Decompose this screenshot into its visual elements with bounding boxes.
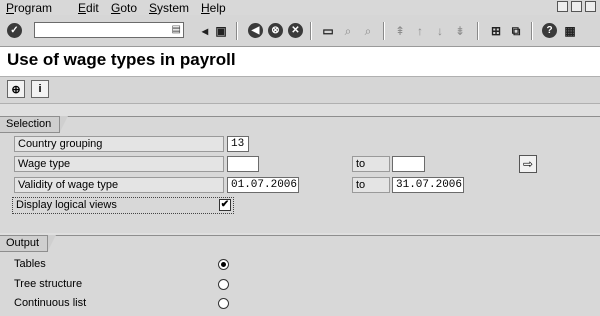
- minimize-icon[interactable]: [557, 1, 568, 12]
- validity-label: Validity of wage type: [14, 177, 224, 193]
- menu-system[interactable]: System: [149, 1, 189, 15]
- selection-frame: Selection Country grouping 13 Wage type …: [0, 116, 600, 233]
- menu-program[interactable]: Program: [6, 1, 52, 15]
- wage-type-label: Wage type: [14, 156, 224, 172]
- validity-to-input[interactable]: 31.07.2006: [392, 177, 464, 193]
- cancel-icon[interactable]: ✕: [288, 23, 303, 38]
- toolbar-separator: [310, 22, 312, 40]
- maximize-icon[interactable]: [571, 1, 582, 12]
- toolbar-separator: [477, 22, 479, 40]
- output-tree-structure-radio[interactable]: [218, 279, 229, 290]
- next-page-icon: ↓: [437, 24, 443, 38]
- shortcut-icon[interactable]: ⧉: [508, 23, 524, 39]
- menu-bar: Program Edit Goto System Help: [0, 0, 600, 15]
- wage-type-from-input[interactable]: [227, 156, 259, 172]
- output-header: Output: [0, 235, 57, 252]
- menu-goto[interactable]: Goto: [111, 1, 137, 15]
- output-continuous-list-label: Continuous list: [14, 297, 87, 309]
- create-session-icon[interactable]: ⊞: [488, 23, 504, 39]
- toolbar-separator: [531, 22, 533, 40]
- country-grouping-input[interactable]: 13: [227, 136, 249, 152]
- layout-menu-icon[interactable]: ▦: [562, 23, 578, 39]
- help-icon[interactable]: ?: [542, 23, 557, 38]
- toolbar-separator: [236, 22, 238, 40]
- command-field[interactable]: ▤: [34, 22, 184, 38]
- close-window-icon[interactable]: [585, 1, 596, 12]
- back-arrow-small-icon[interactable]: ◂: [197, 23, 213, 39]
- wage-type-to-label: to: [352, 156, 390, 172]
- output-tree-structure-label: Tree structure: [14, 278, 83, 290]
- toolbar-separator: [383, 22, 385, 40]
- execute-icon[interactable]: ⊕: [7, 80, 25, 98]
- page-title: Use of wage types in payroll: [7, 50, 236, 69]
- country-grouping-label: Country grouping: [14, 136, 224, 152]
- validity-from-input[interactable]: 01.07.2006: [227, 177, 299, 193]
- multiple-selection-icon[interactable]: ⇨: [519, 155, 537, 173]
- last-page-icon: ⇟: [454, 24, 466, 38]
- print-icon[interactable]: ▭: [320, 23, 336, 39]
- output-continuous-list-radio[interactable]: [218, 298, 229, 309]
- output-tables-label: Tables: [14, 258, 46, 270]
- exit-icon[interactable]: ⊗: [268, 23, 283, 38]
- output-tables-radio[interactable]: [218, 259, 229, 270]
- menu-edit[interactable]: Edit: [78, 1, 99, 15]
- standard-toolbar: ✓ ▤ ◂ ▣ ◀ ⊗ ✕ ▭ ⌕ ⌕ ⇞ ↑ ↓ ⇟ ⊞ ⧉ ? ▦: [0, 15, 600, 47]
- information-icon[interactable]: i: [31, 80, 49, 98]
- display-logical-views-checkbox[interactable]: ✔: [219, 199, 231, 211]
- menu-help[interactable]: Help: [201, 1, 226, 15]
- display-logical-views-label: Display logical views: [16, 199, 117, 211]
- application-toolbar: ⊕ i: [0, 76, 600, 104]
- enter-icon[interactable]: ✓: [7, 23, 22, 38]
- wage-type-to-input[interactable]: [392, 156, 425, 172]
- command-history-icon[interactable]: ▤: [172, 24, 181, 35]
- save-icon[interactable]: ▣: [213, 23, 229, 39]
- find-icon: ⌕: [344, 23, 352, 38]
- back-icon[interactable]: ◀: [248, 23, 263, 38]
- find-next-icon: ⌕: [364, 23, 372, 38]
- selection-header: Selection: [0, 116, 69, 133]
- first-page-icon: ⇞: [394, 24, 406, 38]
- output-frame: Output Tables Tree structure Continuous …: [0, 235, 600, 316]
- validity-to-label: to: [352, 177, 390, 193]
- previous-page-icon: ↑: [417, 24, 423, 38]
- title-bar: Use of wage types in payroll: [0, 47, 600, 76]
